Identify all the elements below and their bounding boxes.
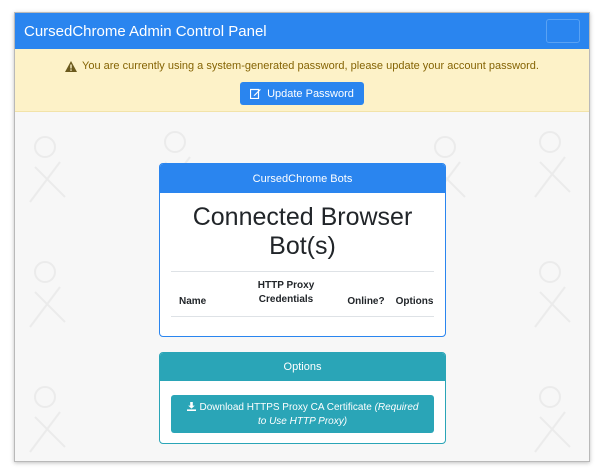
edit-icon — [249, 88, 261, 100]
column-header-name: Name — [179, 296, 207, 307]
bots-card-header: CursedChrome Bots — [160, 164, 445, 193]
password-warning-alert: You are currently using a system-generat… — [15, 49, 589, 112]
navbar: CursedChrome Admin Control Panel — [15, 13, 589, 49]
bots-table: Name HTTP Proxy Credentials Online? Opti… — [171, 271, 434, 317]
download-icon — [186, 402, 196, 411]
download-label: Download HTTPS Proxy CA Certificate — [199, 402, 372, 413]
column-header-online: Online? — [347, 296, 385, 307]
update-password-label: Update Password — [267, 87, 354, 100]
download-ca-certificate-button[interactable]: Download HTTPS Proxy CA Certificate (Req… — [171, 395, 434, 433]
alert-message: You are currently using a system-generat… — [82, 60, 539, 72]
column-header-credentials-line2: Credentials — [258, 294, 314, 305]
bots-title-line2: Bot(s) — [269, 232, 336, 260]
navbar-brand[interactable]: CursedChrome Admin Control Panel — [24, 23, 267, 40]
options-card-header: Options — [160, 353, 445, 381]
navbar-toggle[interactable] — [546, 19, 580, 43]
bots-card: CursedChrome Bots Connected Browser Bot(… — [159, 163, 446, 337]
main-content: CursedChrome Bots Connected Browser Bot(… — [15, 112, 589, 461]
column-header-options: Options — [395, 296, 434, 307]
update-password-button[interactable]: Update Password — [240, 82, 364, 105]
bots-title: Connected Browser Bot(s) — [160, 203, 445, 261]
column-header-credentials: HTTP Proxy Credentials — [231, 279, 341, 307]
app-window: CursedChrome Admin Control Panel You are… — [14, 12, 590, 462]
column-header-credentials-line1: HTTP Proxy — [257, 280, 315, 291]
bots-table-header: Name HTTP Proxy Credentials Online? Opti… — [171, 272, 434, 316]
options-card: Options Download HTTPS Proxy CA Certific… — [159, 352, 446, 444]
warning-icon — [65, 60, 78, 72]
bots-title-line1: Connected Browser — [192, 203, 413, 231]
alert-message-line: You are currently using a system-generat… — [15, 60, 589, 72]
